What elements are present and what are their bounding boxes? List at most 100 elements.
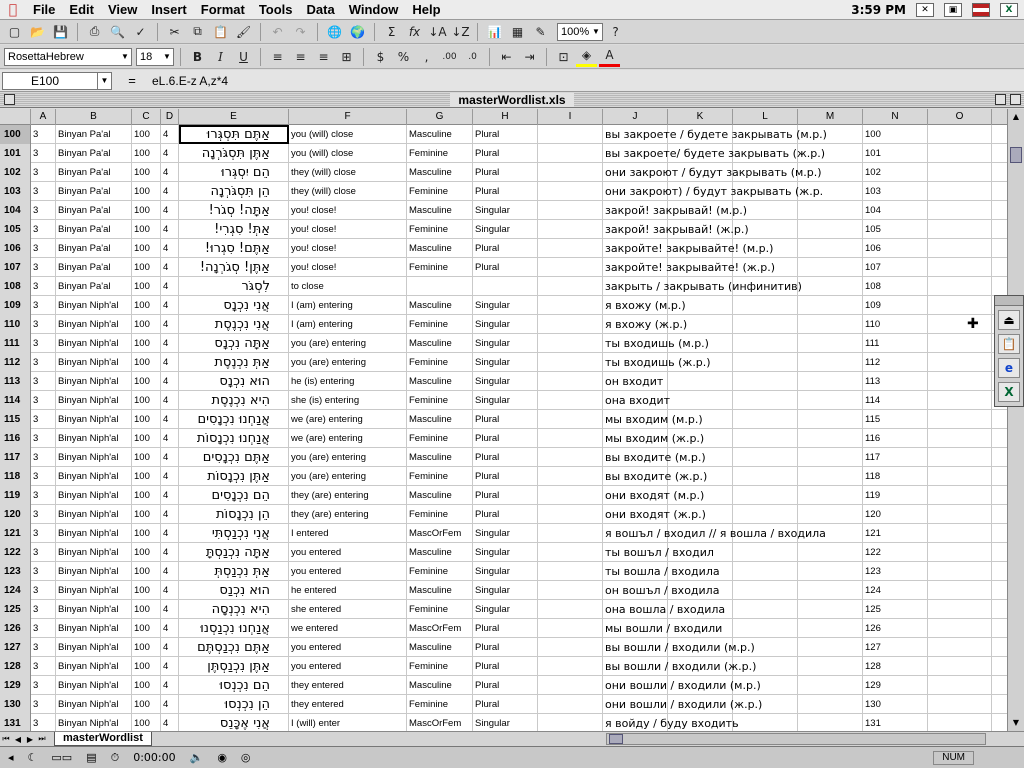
cell-d[interactable]: 4 [161,334,179,353]
cell-j[interactable]: они закроют / будут закрывать (м.р.) [603,163,822,182]
cell-g[interactable]: Masculine [407,486,473,505]
cell-d[interactable]: 4 [161,144,179,163]
cell-h[interactable]: Singular [473,562,538,581]
cell-m[interactable] [798,543,863,562]
cell-h[interactable]: Singular [473,543,538,562]
cell-e[interactable]: הוּא נִכְנַס [179,581,289,600]
cell-a[interactable]: 3 [31,619,56,638]
collapse-box-icon[interactable] [1010,94,1021,105]
row-header[interactable]: 100 [0,125,31,144]
cell-i[interactable] [538,600,603,619]
cell-d[interactable]: 4 [161,258,179,277]
column-header-m[interactable]: M [798,109,863,125]
cell-f[interactable]: I (will) enter [289,714,407,731]
cell-e[interactable]: אֲנַחְנוּ נִכְנַסְנוּ [179,619,289,638]
cell-b[interactable]: Binyan Niph'al [56,600,132,619]
cell-l[interactable] [733,467,798,486]
cell-f[interactable]: you (are) entering [289,448,407,467]
spelling-icon[interactable]: ✓ [130,22,151,42]
cell-g[interactable]: Masculine [407,125,473,144]
cell-b[interactable]: Binyan Niph'al [56,543,132,562]
cell-b[interactable]: Binyan Pa'al [56,144,132,163]
cell-o[interactable] [928,543,992,562]
cell-m[interactable] [798,714,863,731]
cell-f[interactable]: you! close! [289,220,407,239]
monitor-resolution-icon[interactable]: ▤ [82,750,100,766]
cell-m[interactable] [798,258,863,277]
web-toolbar-icon[interactable]: 🌍 [347,22,368,42]
cell-n[interactable]: 111 [863,334,928,353]
cell-m[interactable] [798,619,863,638]
cell-h[interactable]: Singular [473,714,538,731]
cell-i[interactable] [538,144,603,163]
cell-f[interactable]: you! close! [289,239,407,258]
cell-e[interactable]: אַתֶּן נִכְנָסוֹת [179,467,289,486]
cell-n[interactable]: 101 [863,144,928,163]
cell-n[interactable]: 119 [863,486,928,505]
column-header-f[interactable]: F [289,109,407,125]
cell-l[interactable] [733,448,798,467]
font-name-select[interactable]: RosettaHebrew ▼ [4,47,132,66]
cell-c[interactable]: 100 [132,486,161,505]
cell-d[interactable]: 4 [161,125,179,144]
decrease-indent-icon[interactable]: ⇤ [496,47,517,67]
cell-h[interactable]: Plural [473,125,538,144]
row-header[interactable]: 125 [0,600,31,619]
cell-h[interactable]: Plural [473,448,538,467]
cell-f[interactable]: I (am) entering [289,296,407,315]
cell-d[interactable]: 4 [161,638,179,657]
cell-i[interactable] [538,562,603,581]
cell-d[interactable]: 4 [161,486,179,505]
cell-g[interactable]: Feminine [407,258,473,277]
cell-m[interactable] [798,239,863,258]
cell-g[interactable]: MascOrFem [407,524,473,543]
cell-e[interactable]: אַתָּה נִכְנַסְתָּ [179,543,289,562]
cell-m[interactable] [798,448,863,467]
menu-data[interactable]: Data [300,2,342,17]
cell-e[interactable]: אַתֶּם תִּסְגְּרוּ [179,125,289,144]
cell-l[interactable] [733,619,798,638]
cell-n[interactable]: 109 [863,296,928,315]
cell-l[interactable] [733,296,798,315]
cell-b[interactable]: Binyan Niph'al [56,410,132,429]
cell-j[interactable]: закрыть / закрывать (инфинитив) [603,277,802,296]
cell-l[interactable] [733,391,798,410]
cell-o[interactable] [928,296,992,315]
cell-d[interactable]: 4 [161,353,179,372]
font-size-select[interactable]: 18 ▼ [136,47,174,66]
cell-h[interactable]: Plural [473,163,538,182]
cell-m[interactable] [798,581,863,600]
cell-m[interactable] [798,296,863,315]
cell-h[interactable]: Plural [473,239,538,258]
first-sheet-icon[interactable]: ⏮ [0,734,12,744]
cell-f[interactable]: they entered [289,676,407,695]
formula-input[interactable]: eL.6.E-z A,z*4 [152,74,228,88]
row-header[interactable]: 103 [0,182,31,201]
align-right-icon[interactable]: ≡ [313,47,334,67]
window-title-bar[interactable]: masterWordlist.xls [0,92,1024,108]
row-header[interactable]: 128 [0,657,31,676]
cell-h[interactable]: Plural [473,657,538,676]
cell-j[interactable]: закрой! закрывай! (м.р.) [603,201,747,220]
cell-o[interactable] [928,372,992,391]
cell-c[interactable]: 100 [132,638,161,657]
cell-n[interactable]: 123 [863,562,928,581]
cell-c[interactable]: 100 [132,277,161,296]
cell-i[interactable] [538,714,603,731]
cell-g[interactable]: Feminine [407,429,473,448]
percent-icon[interactable]: % [393,47,414,67]
cell-b[interactable]: Binyan Niph'al [56,581,132,600]
cell-b[interactable]: Binyan Pa'al [56,201,132,220]
cell-e[interactable]: אַתֶּם נִכְנָסִים [179,448,289,467]
cell-m[interactable] [798,201,863,220]
cell-g[interactable]: Feminine [407,315,473,334]
cell-i[interactable] [538,410,603,429]
cell-i[interactable] [538,676,603,695]
cell-o[interactable] [928,334,992,353]
cell-l[interactable] [733,486,798,505]
cell-f[interactable]: you (are) entering [289,353,407,372]
cell-i[interactable] [538,372,603,391]
column-header-g[interactable]: G [407,109,473,125]
sheet-tab-masterwordlist[interactable]: masterWordlist [54,732,152,746]
cell-g[interactable] [407,277,473,296]
